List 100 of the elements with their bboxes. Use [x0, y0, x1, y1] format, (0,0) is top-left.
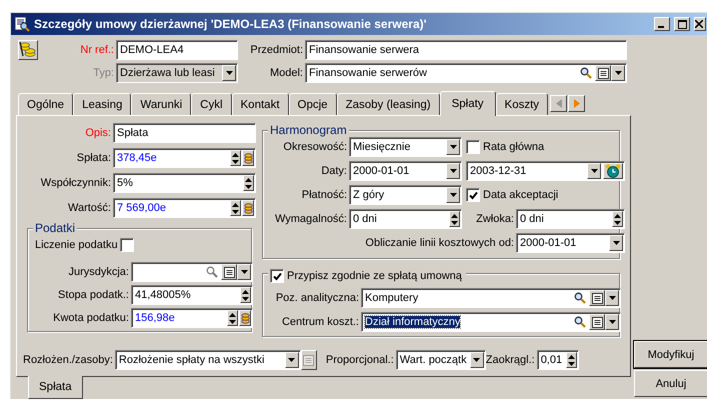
down-arrow-icon [229, 320, 236, 324]
tab[interactable]: Leasing [73, 93, 132, 115]
coins-icon [19, 41, 37, 59]
down-arrow-icon [245, 184, 252, 188]
tab[interactable]: Ogólne [18, 93, 74, 115]
checkbox[interactable] [120, 238, 134, 252]
number-field[interactable]: 0 dni [516, 209, 625, 229]
caret-icon [450, 145, 456, 149]
minimize-button[interactable] [654, 17, 670, 31]
amount-field[interactable]: 378,45e [113, 148, 256, 168]
text-field[interactable]: Finansowanie serwera [305, 40, 627, 60]
push-button[interactable]: Anuluj [634, 370, 707, 397]
dropdown-field[interactable]: Z góry [349, 185, 462, 205]
field-label: Wymagalność: [274, 212, 348, 227]
caret-icon [450, 193, 456, 197]
spin-buttons[interactable] [612, 211, 623, 227]
currency-button[interactable] [239, 310, 251, 326]
spin-buttons[interactable] [566, 352, 577, 368]
dropdown-button[interactable] [611, 65, 625, 81]
scroll-right-button[interactable] [568, 95, 586, 112]
caret-icon [608, 296, 616, 300]
lookup-field[interactable]: Komputery [361, 288, 621, 308]
document-search-icon [14, 16, 30, 32]
dropdown-field[interactable]: Wart. początk [396, 350, 486, 370]
currency-button[interactable] [242, 150, 254, 166]
maximize-icon [678, 20, 686, 28]
dropdown-button[interactable] [605, 314, 619, 330]
spin-buttons[interactable] [449, 211, 460, 227]
push-button[interactable]: Modyfikuj [634, 341, 707, 368]
list-button[interactable] [595, 65, 611, 81]
lookup-field[interactable]: Dział informatyczny [361, 312, 621, 332]
up-arrow-icon [568, 354, 575, 358]
text-field[interactable]: DEMO-LEA4 [116, 40, 238, 60]
down-arrow-icon [451, 220, 458, 224]
scroll-left-button[interactable] [550, 95, 568, 112]
close-button[interactable] [694, 17, 706, 31]
up-arrow-icon [229, 312, 236, 316]
dropdown-button[interactable] [446, 163, 460, 179]
tab[interactable]: Kontakt [232, 93, 289, 115]
spin-buttons[interactable] [227, 310, 238, 326]
field-label: Stopa podatk.: [57, 288, 130, 303]
text-field[interactable]: Spłata [113, 123, 256, 143]
tab[interactable]: Cykl [191, 93, 232, 115]
search-icon [580, 67, 592, 79]
dropdown-button[interactable] [587, 163, 601, 179]
dropdown-button[interactable] [605, 290, 619, 306]
spin-buttons[interactable] [230, 150, 241, 166]
field-label: Centrum koszt.: [280, 315, 360, 330]
number-field[interactable]: 41,48005% [131, 285, 253, 305]
field-label: Nr ref.: [79, 43, 115, 58]
date-field[interactable]: 2003-12-31 [466, 161, 625, 181]
list-icon [592, 316, 602, 328]
alarm-button[interactable] [603, 163, 623, 179]
tab[interactable]: Spłaty [440, 91, 496, 116]
tab[interactable]: Spłata [28, 376, 83, 399]
dropdown-button[interactable] [284, 352, 299, 368]
number-field[interactable]: 0,01 [536, 350, 579, 370]
list-button[interactable] [221, 264, 237, 280]
search-icon [206, 266, 218, 278]
icon-button[interactable] [18, 40, 38, 60]
number-field[interactable]: 0 dni [349, 209, 462, 229]
amount-field[interactable]: 7 569,00e [113, 198, 256, 218]
tab[interactable]: Zasoby (leasing) [336, 93, 440, 115]
checkbox-label: Rata główna [482, 140, 546, 155]
dropdown-field[interactable]: Miesięcznie [349, 137, 462, 157]
number-field[interactable]: 5% [113, 173, 256, 193]
dropdown-field[interactable]: Rozłożenie spłaty na wszystki [114, 350, 301, 370]
tab[interactable]: Warunki [131, 93, 192, 115]
spin-buttons[interactable] [230, 200, 241, 216]
field-label: Daty: [320, 164, 348, 179]
checkbox[interactable] [270, 269, 284, 283]
lookup-field[interactable] [131, 262, 253, 282]
dropdown-button[interactable] [446, 187, 460, 203]
tab[interactable]: Opcje [288, 93, 337, 115]
checkbox[interactable] [466, 188, 480, 202]
spin-buttons[interactable] [240, 287, 251, 303]
down-arrow-icon [568, 362, 575, 366]
field-label: Model: [268, 66, 304, 81]
amount-field[interactable]: 156,98e [131, 308, 253, 328]
dropdown-button[interactable] [609, 235, 623, 251]
checkbox[interactable] [466, 140, 480, 154]
list-button[interactable] [589, 290, 605, 306]
caret-icon [450, 169, 456, 173]
field-label: Spłata: [76, 151, 112, 166]
dropdown-field[interactable]: 2000-01-01 [516, 233, 625, 253]
dropdown-button[interactable] [470, 352, 484, 368]
currency-button[interactable] [242, 200, 254, 216]
list-button[interactable] [300, 350, 317, 370]
maximize-button[interactable] [674, 17, 690, 31]
dropdown-field[interactable]: 2000-01-01 [349, 161, 462, 181]
dropdown-button[interactable] [446, 139, 460, 155]
coins-icon [240, 312, 250, 324]
spin-buttons[interactable] [243, 175, 254, 191]
dropdown-button[interactable] [237, 264, 251, 280]
up-arrow-icon [242, 290, 249, 294]
lookup-field[interactable]: Finansowanie serwerów [305, 63, 627, 83]
tab[interactable]: Koszty [496, 93, 548, 115]
list-button[interactable] [589, 314, 605, 330]
down-arrow-icon [614, 220, 621, 224]
down-arrow-icon [242, 296, 249, 300]
